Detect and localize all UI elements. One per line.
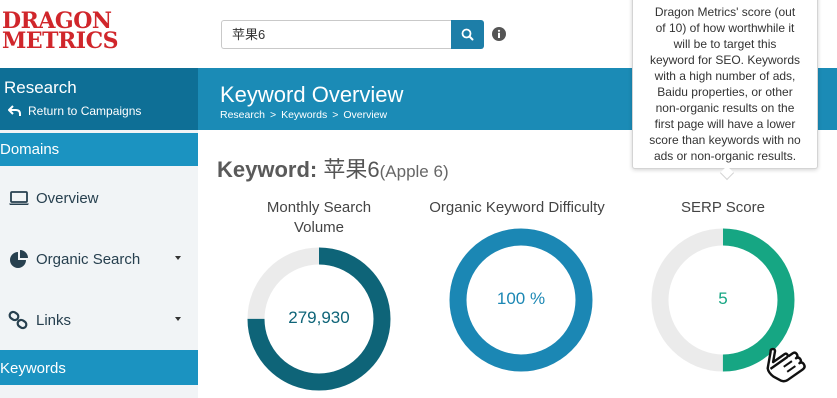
breadcrumb-overview: Overview xyxy=(343,109,388,121)
sidebar-item-links[interactable]: Links xyxy=(0,300,198,340)
chevron-down-icon[interactable] xyxy=(175,256,181,260)
sidebar-research-block: Research Return to Campaigns xyxy=(0,68,198,130)
sidebar-section-keywords[interactable]: Keywords xyxy=(0,350,198,385)
chevron-down-icon[interactable] xyxy=(175,317,181,321)
sidebar-item-organic-search[interactable]: Organic Search xyxy=(0,239,198,279)
logo-flame-icon xyxy=(80,15,86,26)
serp-score-value: 5 xyxy=(718,289,728,308)
serp-score-tooltip: Dragon Metrics' score (out of 10) of how… xyxy=(632,0,818,169)
tooltip-line: Dragon Metrics' score (out xyxy=(654,5,796,19)
metric-title-search-volume: Monthly Search Volume xyxy=(243,198,395,238)
sidebar-item-label: Overview xyxy=(36,189,99,207)
page-title: Keyword Overview xyxy=(220,82,404,107)
metric-title-line: Organic Keyword Difficulty xyxy=(429,199,605,216)
tooltip-line: non-organic results on the xyxy=(655,101,795,115)
link-icon xyxy=(8,310,28,330)
tooltip-line: with a high number of ads, xyxy=(654,69,796,83)
breadcrumb: Research > Keywords > Overview xyxy=(220,109,387,121)
dragon-metrics-logo[interactable]: DRAGON METRICS xyxy=(2,10,122,54)
info-icon[interactable] xyxy=(492,27,506,41)
sidebar-research-title: Research xyxy=(4,78,77,97)
return-arrow-icon xyxy=(8,105,21,116)
keyword-heading: Keyword: 苹果6(Apple 6) xyxy=(217,152,449,184)
tooltip-line: of 10) of how worthwhile it xyxy=(655,21,795,35)
keyword-translation: (Apple 6) xyxy=(379,162,449,181)
metric-title-keyword-difficulty: Organic Keyword Difficulty xyxy=(424,198,610,218)
breadcrumb-separator: > xyxy=(269,109,277,121)
tooltip-line: ads or non-organic results. xyxy=(653,149,797,163)
keyword-value: 苹果6 xyxy=(323,157,380,182)
sidebar-item-label: Organic Search xyxy=(36,250,141,268)
keyword-search-input[interactable]: 苹果6 xyxy=(221,20,451,49)
metric-title-line: Monthly Search xyxy=(266,199,372,216)
return-to-campaigns-link[interactable]: Return to Campaigns xyxy=(8,104,141,118)
tooltip-line: first page will have a lower xyxy=(654,117,796,131)
keyword-difficulty-value: 100 % xyxy=(496,289,546,308)
sidebar-item-overview[interactable]: Overview xyxy=(0,178,198,218)
return-to-campaigns-label: Return to Campaigns xyxy=(28,104,142,118)
metric-title-serp-score: SERP Score xyxy=(648,198,798,218)
search-icon xyxy=(461,28,474,41)
hand-pointer-cursor-icon xyxy=(766,347,806,383)
pie-chart-icon xyxy=(10,250,28,268)
search-button[interactable] xyxy=(451,20,484,49)
laptop-icon xyxy=(9,191,29,205)
breadcrumb-research[interactable]: Research xyxy=(220,109,265,121)
tooltip-line: will be to target this xyxy=(673,37,777,51)
tooltip-line: Baidu properties, or other xyxy=(657,85,793,99)
tooltip-line: score than keywords with no xyxy=(649,133,801,147)
metric-title-line: SERP Score xyxy=(681,199,765,216)
sidebar: Research Return to Campaigns Domains Ove… xyxy=(0,68,198,398)
sidebar-section-domains[interactable]: Domains xyxy=(0,133,198,166)
sidebar-item-label: Links xyxy=(36,311,72,329)
search-volume-value: 279,930 xyxy=(288,308,350,327)
metric-title-line: Volume xyxy=(293,219,345,236)
breadcrumb-keywords[interactable]: Keywords xyxy=(281,109,327,121)
tooltip-line: keyword for SEO. Keywords xyxy=(649,53,801,67)
breadcrumb-separator: > xyxy=(332,109,339,121)
logo-line-2: METRICS xyxy=(2,28,118,54)
keyword-label: Keyword: xyxy=(217,157,318,182)
